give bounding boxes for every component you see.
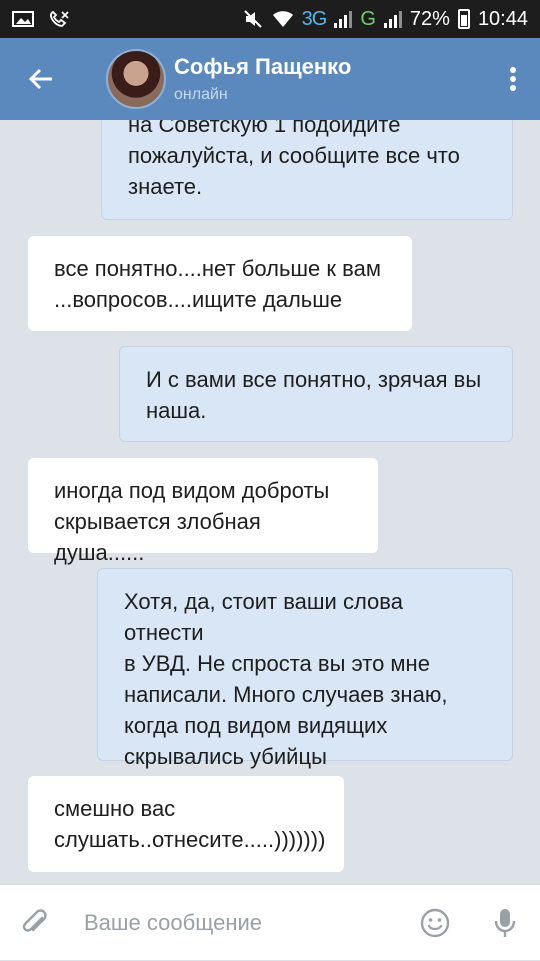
message-bubble-incoming[interactable]: иногда под видом доброты скрывается злоб… (28, 458, 378, 565)
message-bubble-outgoing[interactable]: Хотя, да, стоит ваши слова отнести в УВД… (97, 568, 513, 769)
contact-status: онлайн (174, 86, 228, 103)
network-3g-label: 3G (301, 7, 328, 30)
contact-info[interactable]: Софья Пащенко онлайн (174, 54, 486, 104)
status-bar: 3G G 72% 10:44 (0, 0, 540, 38)
battery-icon (457, 9, 470, 29)
message-text: иногда под видом доброты скрывается злоб… (54, 478, 330, 565)
arrow-left-icon (28, 68, 52, 90)
clock: 10:44 (477, 7, 528, 30)
attach-button[interactable] (0, 885, 70, 961)
message-bubble-incoming[interactable]: смешно вас слушать..отнесите.....))))))) (28, 776, 344, 872)
network-g-label: G (360, 7, 376, 30)
microphone-icon (494, 908, 516, 937)
message-text: все понятно....нет больше к вам ...вопро… (54, 256, 381, 312)
more-options-button[interactable] (486, 38, 540, 120)
message-text: на Советскую 1 подойдите пожалуйста, и с… (128, 120, 460, 199)
voice-message-button[interactable] (470, 885, 540, 961)
message-text: Хотя, да, стоит ваши слова отнести в УВД… (124, 589, 448, 769)
message-bubble-outgoing[interactable]: на Советскую 1 подойдите пожалуйста, и с… (101, 120, 513, 220)
emoji-button[interactable] (400, 885, 470, 961)
back-button[interactable] (0, 38, 82, 120)
contact-name: Софья Пащенко (174, 54, 352, 79)
message-composer (0, 884, 540, 961)
paperclip-icon (22, 908, 47, 932)
chat-header: Софья Пащенко онлайн (0, 38, 540, 120)
avatar[interactable] (106, 49, 166, 109)
battery-percent: 72% (409, 7, 450, 30)
signal-strength-1-icon (334, 10, 353, 28)
smiley-icon (420, 908, 450, 937)
message-text: смешно вас слушать..отнесите.....))))))) (54, 796, 326, 852)
message-bubble-outgoing[interactable]: И с вами все понятно, зрячая вы наша. (119, 346, 513, 442)
signal-strength-2-icon (383, 10, 402, 28)
more-vertical-icon (510, 67, 516, 91)
message-bubble-incoming[interactable]: все понятно....нет больше к вам ...вопро… (28, 236, 412, 331)
message-text: И с вами все понятно, зрячая вы наша. (146, 367, 482, 423)
message-list[interactable]: на Советскую 1 подойдите пожалуйста, и с… (0, 120, 540, 884)
message-input[interactable] (70, 884, 400, 961)
missed-call-icon (50, 10, 69, 27)
gallery-notification-icon (12, 11, 34, 27)
mute-icon (243, 10, 262, 28)
wifi-icon (272, 11, 293, 27)
